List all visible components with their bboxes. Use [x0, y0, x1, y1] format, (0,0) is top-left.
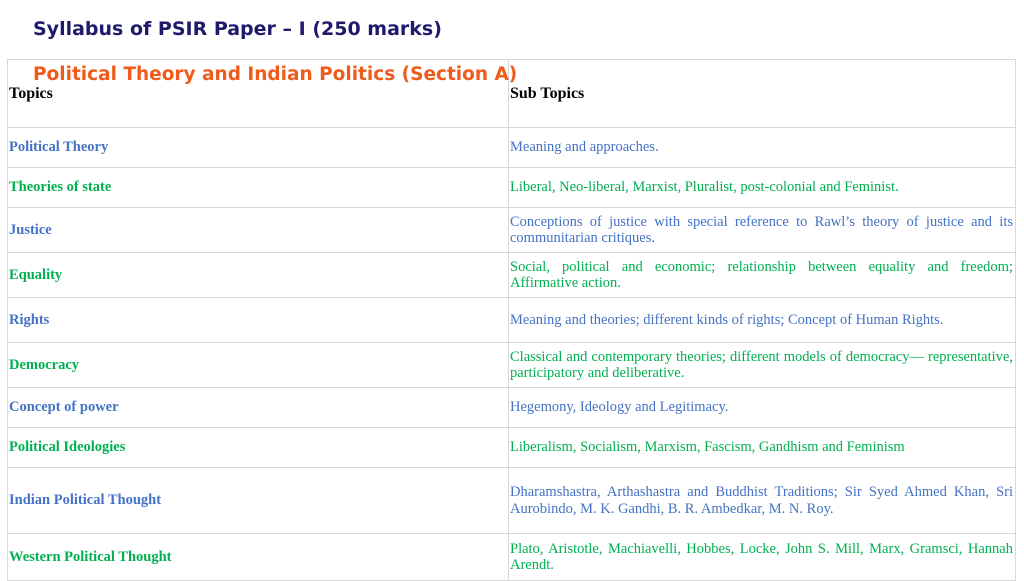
table-row: Equality Social, political and economic;… — [7, 252, 1016, 298]
header-sub-topics: Sub Topics — [508, 59, 1016, 128]
table-row: Political Ideologies Liberalism, Sociali… — [7, 427, 1016, 468]
topic-cell: Equality — [7, 252, 509, 298]
table-row: Theories of state Liberal, Neo-liberal, … — [7, 167, 1016, 208]
topic-cell: Western Political Thought — [7, 533, 509, 581]
subtopic-cell: Liberal, Neo-liberal, Marxist, Pluralist… — [508, 167, 1016, 208]
subtopic-cell: Hegemony, Ideology and Legitimacy. — [508, 387, 1016, 428]
subtopic-cell: Conceptions of justice with special refe… — [508, 207, 1016, 253]
topic-cell: Justice — [7, 207, 509, 253]
section-title: Political Theory and Indian Politics (Se… — [33, 64, 518, 85]
table-row: Rights Meaning and theories; different k… — [7, 297, 1016, 343]
subtopic-cell: Dharamshastra, Arthashastra and Buddhist… — [508, 467, 1016, 534]
subtopic-cell: Classical and contemporary theories; dif… — [508, 342, 1016, 388]
subtopic-cell: Social, political and economic; relation… — [508, 252, 1016, 298]
topic-cell: Democracy — [7, 342, 509, 388]
table-row: Indian Political Thought Dharamshastra, … — [7, 467, 1016, 534]
table-row: Western Political Thought Plato, Aristot… — [7, 533, 1016, 581]
subtopic-cell: Meaning and theories; different kinds of… — [508, 297, 1016, 343]
topic-cell: Political Theory — [7, 127, 509, 168]
topic-cell: Theories of state — [7, 167, 509, 208]
table-row: Democracy Classical and contemporary the… — [7, 342, 1016, 388]
subtopic-cell: Plato, Aristotle, Machiavelli, Hobbes, L… — [508, 533, 1016, 581]
topic-cell: Political Ideologies — [7, 427, 509, 468]
slide-title: Syllabus of PSIR Paper – I (250 marks) — [33, 18, 442, 40]
subtopic-cell: Liberalism, Socialism, Marxism, Fascism,… — [508, 427, 1016, 468]
table-row: Concept of power Hegemony, Ideology and … — [7, 387, 1016, 428]
topic-cell: Rights — [7, 297, 509, 343]
table-row: Justice Conceptions of justice with spec… — [7, 207, 1016, 253]
subtopic-cell: Meaning and approaches. — [508, 127, 1016, 168]
syllabus-table: Topics Sub Topics Political Theory Meani… — [7, 59, 1016, 581]
table-row: Political Theory Meaning and approaches. — [7, 127, 1016, 168]
topic-cell: Concept of power — [7, 387, 509, 428]
topic-cell: Indian Political Thought — [7, 467, 509, 534]
